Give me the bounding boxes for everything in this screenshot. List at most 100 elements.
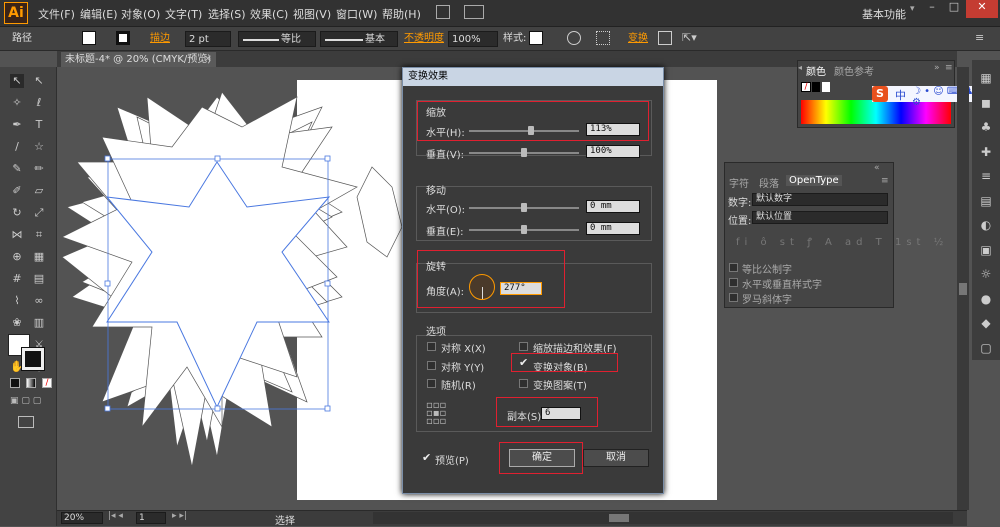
minimize-icon[interactable]: –: [922, 0, 942, 18]
isolate-icon[interactable]: [658, 31, 672, 45]
zoom-field[interactable]: 20%: [61, 512, 103, 524]
star-tool-icon[interactable]: ☆: [32, 140, 46, 154]
blob-brush-tool-icon[interactable]: ✐: [10, 184, 24, 198]
paintbrush-tool-icon[interactable]: ✎: [10, 162, 24, 176]
gradient-mode-icon[interactable]: [26, 378, 36, 388]
graphic-style-swatch[interactable]: [529, 31, 543, 45]
menu-file[interactable]: 文件(F): [38, 6, 75, 22]
panel-collapse-icon[interactable]: «: [874, 163, 880, 173]
vertical-scroll-thumb[interactable]: [959, 283, 967, 295]
type-tool-icon[interactable]: T: [32, 118, 46, 132]
width-tool-icon[interactable]: ⋈: [10, 228, 24, 242]
direct-selection-tool-icon[interactable]: ↖: [32, 74, 46, 88]
panel-collapse-icon[interactable]: »: [934, 63, 940, 73]
figure-select[interactable]: 默认数字: [752, 193, 888, 206]
arrange-documents-icon[interactable]: [464, 5, 484, 19]
magic-wand-tool-icon[interactable]: ✧: [10, 96, 24, 110]
chevron-down-icon[interactable]: ▾: [910, 4, 920, 18]
variable-width-profile[interactable]: 等比: [238, 31, 316, 47]
reflect-y-checkbox[interactable]: [427, 361, 436, 370]
bridge-icon[interactable]: [436, 5, 450, 19]
stroke-color-box[interactable]: [21, 347, 45, 371]
roman-italic-checkbox[interactable]: [729, 293, 738, 302]
dock-icons[interactable]: ▦ ◼ ♣ ✚ ≡ ▤ ◐ ▣ ☼ ● ◆ ▢: [976, 66, 996, 356]
free-transform-tool-icon[interactable]: ⌗: [32, 228, 46, 242]
line-tool-icon[interactable]: /: [10, 140, 24, 154]
reflect-x-checkbox[interactable]: [427, 342, 436, 351]
stroke-label[interactable]: 描边: [150, 31, 170, 47]
transform-link[interactable]: 变换: [628, 31, 648, 47]
horizontal-scrollbar[interactable]: [373, 512, 953, 524]
fill-swatch[interactable]: [82, 31, 96, 45]
stroke-weight-field[interactable]: 2 pt: [185, 31, 231, 47]
perspective-grid-tool-icon[interactable]: ▦: [32, 250, 46, 264]
reference-point-icon[interactable]: ▫▫▫ ▫▪▫ ▫▫▫: [426, 401, 446, 427]
recolor-icon[interactable]: [567, 31, 581, 45]
blend-tool-icon[interactable]: ∞: [32, 294, 46, 308]
none-mode-icon[interactable]: /: [42, 378, 52, 388]
color-mode-icon[interactable]: [10, 378, 20, 388]
menu-help[interactable]: 帮助(H): [382, 6, 421, 22]
panel-grip-icon[interactable]: ◂: [798, 63, 802, 72]
proportional-checkbox[interactable]: [729, 263, 738, 272]
position-select[interactable]: 默认位置: [752, 211, 888, 224]
move-h-slider-thumb[interactable]: [521, 203, 527, 212]
opentype-glyph-buttons[interactable]: fi ô st ꝭ A ad T 1st ½: [736, 234, 948, 248]
rotate-tool-icon[interactable]: ↻: [10, 206, 24, 220]
menu-arrow-icon[interactable]: ⇱▾: [682, 31, 702, 45]
first-artboard-icon[interactable]: |◂ ◂: [108, 511, 123, 521]
symbol-sprayer-tool-icon[interactable]: ❀: [10, 316, 24, 330]
paragraph-tab[interactable]: 段落: [759, 175, 779, 190]
shape-builder-tool-icon[interactable]: ⊕: [10, 250, 24, 264]
scale-strokes-checkbox[interactable]: [519, 342, 528, 351]
brush-definition[interactable]: 基本: [320, 31, 398, 47]
scale-v-slider-thumb[interactable]: [521, 148, 527, 157]
menu-select[interactable]: 选择(S): [208, 6, 246, 22]
document-tab[interactable]: 未标题-4* @ 20% (CMYK/预览) ✕: [61, 52, 216, 67]
move-v-slider-thumb[interactable]: [521, 225, 527, 234]
gradient-tool-icon[interactable]: ▤: [32, 272, 46, 286]
menu-type[interactable]: 文字(T): [165, 6, 202, 22]
preview-checkmark-icon[interactable]: ✔: [422, 451, 431, 464]
next-artboard-icon[interactable]: ▸ ▸|: [172, 511, 187, 521]
white-swatch[interactable]: [822, 82, 830, 92]
panel-menu-icon[interactable]: ≡: [881, 176, 889, 186]
screen-mode-icon[interactable]: [18, 416, 34, 428]
panel-menu-icon[interactable]: ≡: [945, 63, 953, 73]
menu-window[interactable]: 窗口(W): [336, 6, 377, 22]
black-swatch[interactable]: [812, 82, 820, 92]
ime-logo[interactable]: S: [872, 86, 888, 102]
align-icon[interactable]: [596, 31, 610, 45]
opacity-field[interactable]: 100%: [448, 31, 498, 47]
vertical-scrollbar[interactable]: [957, 67, 969, 510]
scale-tool-icon[interactable]: ⤢: [32, 206, 46, 220]
column-graph-tool-icon[interactable]: ▥: [32, 316, 46, 330]
draw-mode-icons[interactable]: ▣ ▢ ▢: [10, 396, 52, 408]
move-h-field[interactable]: 0 mm: [586, 200, 640, 213]
ime-mode[interactable]: 中: [895, 87, 906, 103]
menu-object[interactable]: 对象(O): [121, 6, 160, 22]
character-tab[interactable]: 字符: [729, 175, 749, 190]
hv-style-checkbox[interactable]: [729, 278, 738, 287]
pencil-tool-icon[interactable]: ✏: [32, 162, 46, 176]
menu-edit[interactable]: 编辑(E): [80, 6, 118, 22]
artboard-number-field[interactable]: 1: [136, 512, 166, 524]
random-checkbox[interactable]: [427, 379, 436, 388]
close-icon[interactable]: ✕: [966, 0, 998, 18]
selection-tool-icon[interactable]: ↖: [10, 74, 24, 88]
maximize-icon[interactable]: □: [944, 0, 964, 18]
color-guide-tab[interactable]: 颜色参考: [834, 63, 874, 78]
scale-v-field[interactable]: 100%: [586, 145, 640, 158]
opentype-tab[interactable]: OpenType: [786, 175, 842, 186]
eyedropper-tool-icon[interactable]: ⌇: [10, 294, 24, 308]
move-v-field[interactable]: 0 mm: [586, 222, 640, 235]
horizontal-scroll-thumb[interactable]: [609, 514, 629, 522]
color-panel-tab[interactable]: 颜色: [806, 63, 826, 78]
menu-view[interactable]: 视图(V): [293, 6, 331, 22]
lasso-tool-icon[interactable]: ℓ: [32, 96, 46, 110]
pen-tool-icon[interactable]: ✒: [10, 118, 24, 132]
transform-patterns-checkbox[interactable]: [519, 379, 528, 388]
mesh-tool-icon[interactable]: #: [10, 272, 24, 286]
panel-menu-icon[interactable]: ≡: [975, 31, 989, 45]
eraser-tool-icon[interactable]: ▱: [32, 184, 46, 198]
